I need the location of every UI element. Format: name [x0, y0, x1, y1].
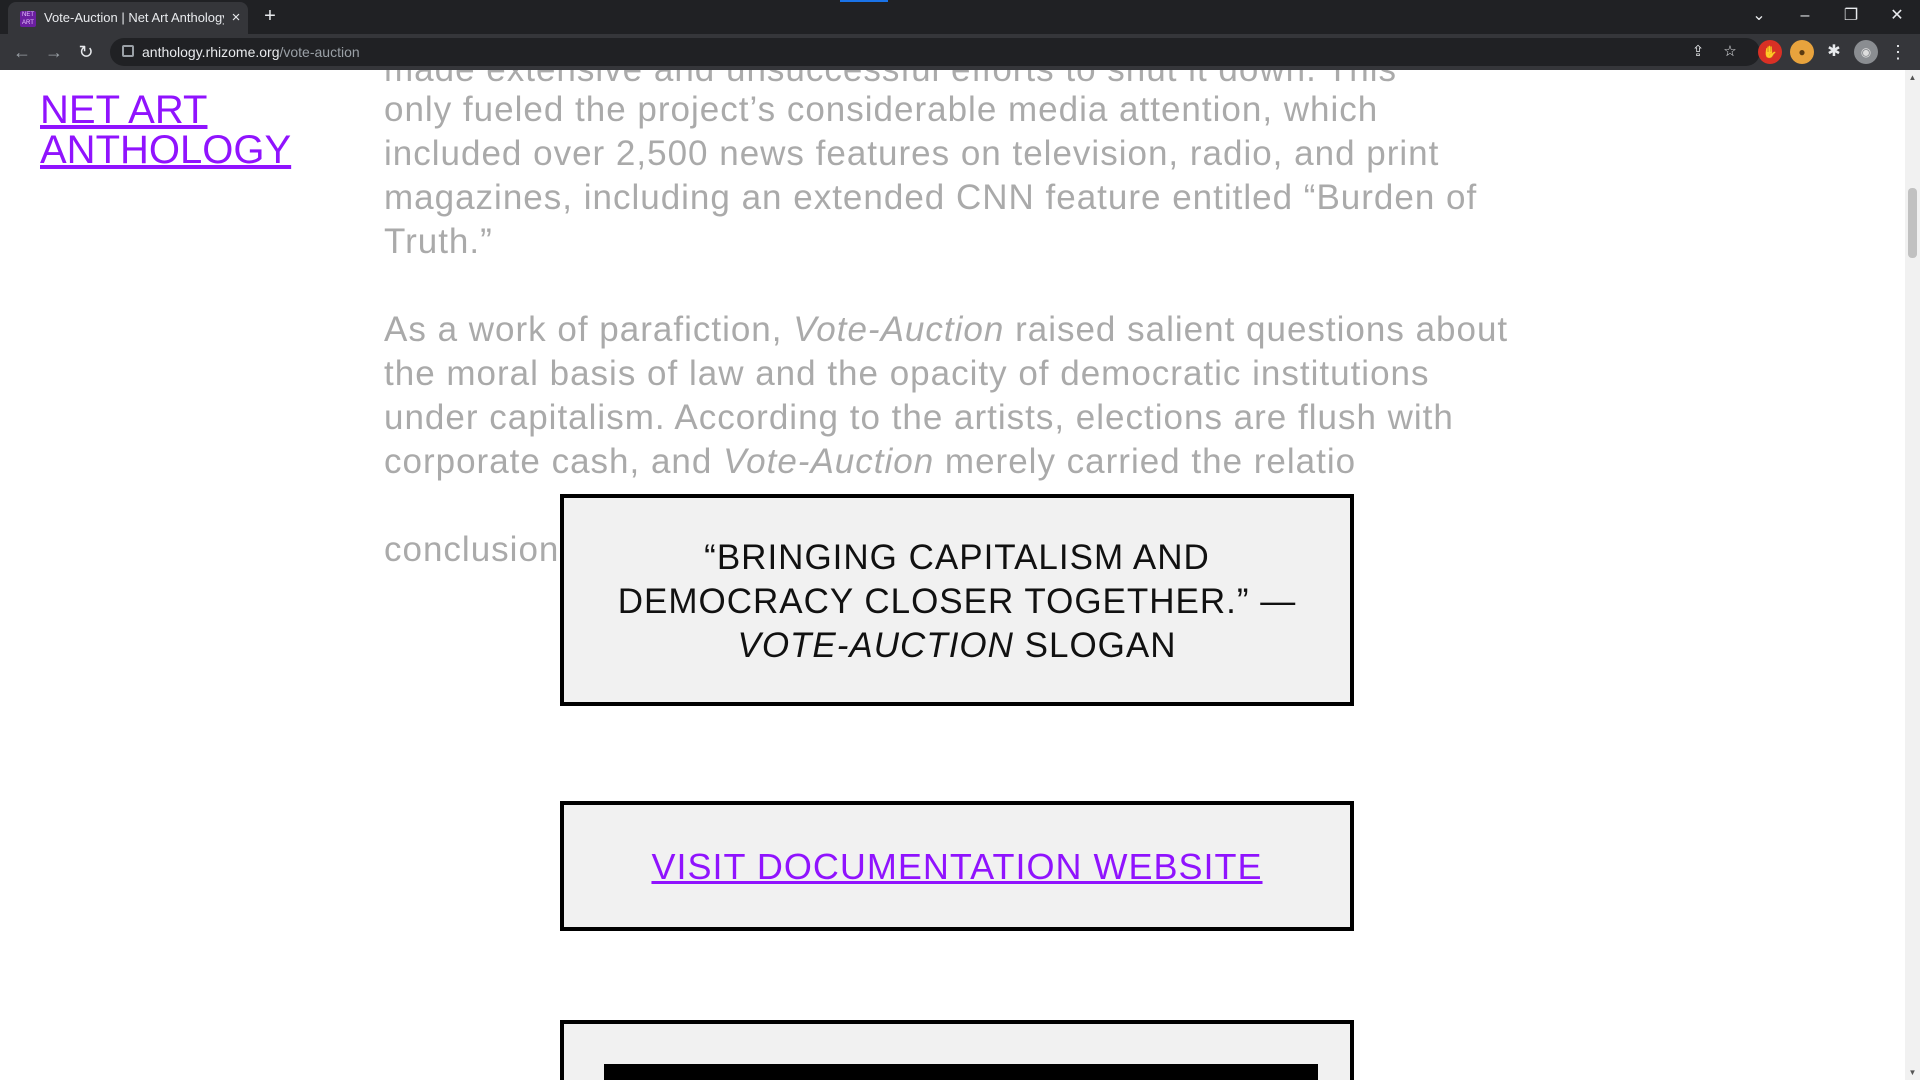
bookmark-star-icon[interactable]: ☆ — [1718, 40, 1742, 64]
restore-button[interactable]: ❐ — [1836, 4, 1866, 28]
media-embed-box — [560, 1020, 1354, 1080]
scroll-up-arrow-icon[interactable]: ▲ — [1905, 70, 1920, 85]
tab-loading-indicator — [840, 0, 888, 2]
minimize-button[interactable]: – — [1790, 4, 1820, 28]
logo-line-2[interactable]: ANTHOLOGY — [40, 128, 291, 172]
adblock-extension-icon[interactable]: ✋ — [1758, 40, 1782, 64]
lock-icon[interactable] — [122, 45, 134, 57]
scrollbar-thumb[interactable] — [1908, 188, 1917, 258]
url-text[interactable]: anthology.rhizome.org/vote-auction — [142, 44, 360, 60]
scroll-down-arrow-icon[interactable]: ▼ — [1905, 1065, 1920, 1080]
page-scrollbar[interactable]: ▲ ▼ — [1905, 70, 1920, 1080]
browser-menu-icon[interactable]: ⋮ — [1886, 40, 1910, 64]
close-window-button[interactable]: ✕ — [1882, 4, 1912, 28]
tab-strip: NET ART Vote-Auction | Net Art Anthology… — [0, 0, 1920, 34]
slogan-quote: “BRINGING CAPITALISM AND DEMOCRACY CLOSE… — [617, 538, 1297, 665]
browser-frame: NET ART Vote-Auction | Net Art Anthology… — [0, 0, 1920, 70]
net-art-anthology-logo-link[interactable]: NET ART ANTHOLOGY — [40, 90, 291, 170]
logo-line-1[interactable]: NET ART — [40, 88, 207, 132]
browser-toolbar: ← → ↻ anthology.rhizome.org/vote-auction… — [0, 34, 1920, 70]
visit-documentation-link[interactable]: VISIT DOCUMENTATION WEBSITE — [564, 845, 1350, 889]
forward-arrow-icon[interactable]: → — [42, 40, 66, 64]
share-icon[interactable]: ⇪ — [1686, 40, 1710, 64]
tab-vote-auction[interactable]: NET ART Vote-Auction | Net Art Anthology… — [8, 2, 248, 34]
extensions-puzzle-icon[interactable]: ✱ — [1822, 40, 1846, 64]
back-arrow-icon[interactable]: ← — [10, 40, 34, 64]
address-bar[interactable]: anthology.rhizome.org/vote-auction ⇪ ☆ — [110, 38, 1760, 66]
page-content: NET ART ANTHOLOGY made extensive and uns… — [0, 70, 1905, 1080]
reload-icon[interactable]: ↻ — [74, 40, 98, 64]
slogan-quote-box: “BRINGING CAPITALISM AND DEMOCRACY CLOSE… — [560, 494, 1354, 706]
documentation-link-box: VISIT DOCUMENTATION WEBSITE — [560, 801, 1354, 931]
tab-search-icon[interactable]: ⌄ — [1744, 4, 1774, 28]
media-embed-preview[interactable] — [604, 1064, 1318, 1080]
tab-close-icon[interactable]: × — [226, 8, 246, 28]
profile-avatar[interactable]: ◉ — [1854, 40, 1878, 64]
tab-title: Vote-Auction | Net Art Anthology — [44, 10, 224, 25]
new-tab-button[interactable]: + — [258, 4, 282, 28]
cookie-extension-icon[interactable]: ● — [1790, 40, 1814, 64]
paragraph-media-attention: only fueled the project’s considerable m… — [384, 90, 1478, 261]
rhizome-favicon-icon: NET ART — [20, 11, 36, 27]
